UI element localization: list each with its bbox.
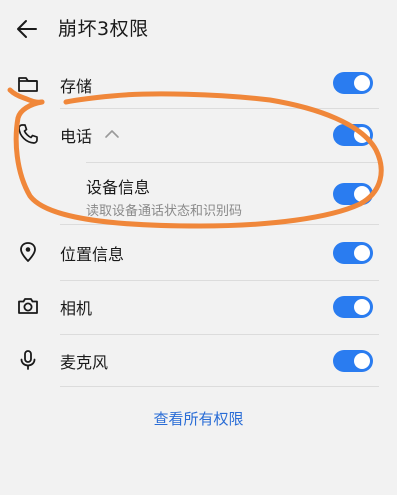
device-info-toggle[interactable] <box>333 183 373 205</box>
divider <box>60 280 379 281</box>
permission-label: 存储 <box>60 77 93 96</box>
divider <box>60 334 379 335</box>
view-all-permissions-link[interactable]: 查看所有权限 <box>0 408 397 429</box>
page-title: 崩坏3权限 <box>58 18 149 40</box>
permission-row-phone[interactable]: 电话 <box>0 112 397 156</box>
phone-toggle[interactable] <box>333 124 373 146</box>
camera-toggle[interactable] <box>333 296 373 318</box>
permission-row-microphone: 麦克风 <box>0 338 397 382</box>
location-toggle[interactable] <box>333 242 373 264</box>
app-bar: 崩坏3权限 <box>0 0 397 56</box>
divider <box>60 386 379 387</box>
storage-toggle[interactable] <box>333 72 373 94</box>
permission-label: 电话 <box>60 127 93 146</box>
divider <box>60 224 379 225</box>
microphone-toggle[interactable] <box>333 350 373 372</box>
divider <box>60 108 379 109</box>
camera-icon <box>16 294 40 318</box>
permission-label: 麦克风 <box>60 353 109 372</box>
chevron-up-icon[interactable] <box>104 128 120 140</box>
permission-label: 位置信息 <box>60 245 125 264</box>
divider <box>86 162 379 163</box>
microphone-icon <box>16 348 40 372</box>
back-button[interactable] <box>14 16 40 42</box>
arrow-left-icon <box>17 20 37 38</box>
permission-row-storage: 存储 <box>0 64 397 108</box>
permission-label: 相机 <box>60 299 93 318</box>
location-pin-icon <box>16 240 40 264</box>
sub-permission-label: 设备信息 <box>86 178 151 197</box>
permission-row-camera: 相机 <box>0 284 397 328</box>
permission-row-location: 位置信息 <box>0 230 397 274</box>
phone-icon <box>16 122 40 146</box>
sub-permission-description: 读取设备通话状态和识别码 <box>86 204 243 219</box>
permission-subrow-device-info: 设备信息 读取设备通话状态和识别码 <box>0 166 397 222</box>
folder-icon <box>16 72 40 96</box>
